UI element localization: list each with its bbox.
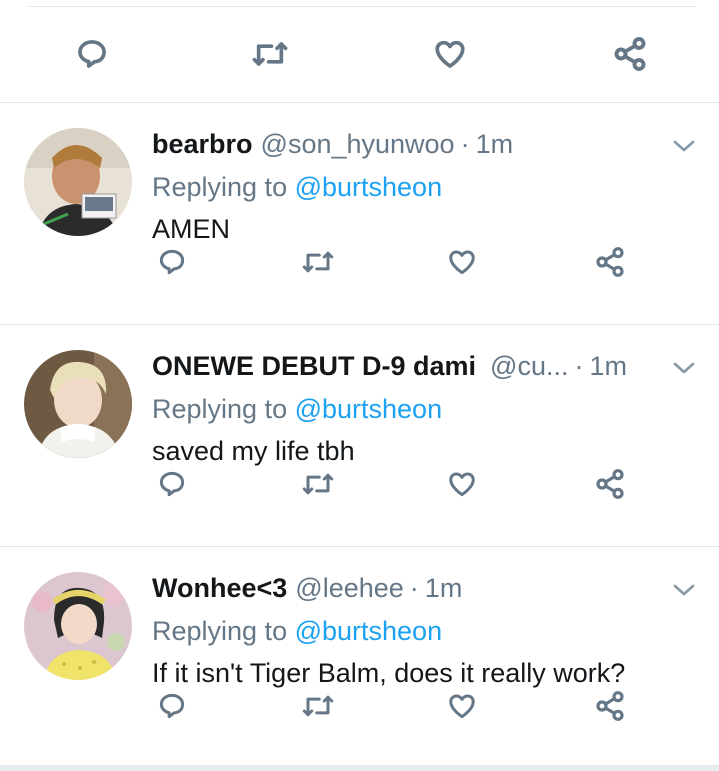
share-button[interactable] (610, 34, 650, 74)
replying-to-label: Replying to (152, 394, 295, 424)
avatar[interactable] (24, 128, 132, 236)
replying-to-line: Replying to @burtsheon (152, 167, 697, 207)
timestamp[interactable]: 1m (589, 348, 627, 384)
chevron-down-icon (673, 584, 695, 596)
reply-button[interactable] (152, 686, 192, 726)
replying-to-label: Replying to (152, 616, 295, 646)
like-button[interactable] (442, 242, 482, 282)
retweet-icon (302, 695, 334, 717)
retweet-button[interactable] (298, 686, 338, 726)
reply-icon (159, 693, 185, 719)
retweet-icon (302, 473, 334, 495)
tweet-reply[interactable]: Wonhee<3 @leehee · 1m Replying to @burts… (0, 548, 719, 768)
retweet-button[interactable] (298, 464, 338, 504)
replying-to-link[interactable]: @burtsheon (295, 616, 443, 646)
like-button[interactable] (442, 686, 482, 726)
tweet-body: bearbro @son_hyunwoo · 1m Replying to @b… (152, 126, 697, 249)
reply-icon (159, 249, 185, 275)
user-handle[interactable]: @leehee (295, 570, 404, 606)
tweet-menu-button[interactable] (669, 134, 699, 158)
tweet-reply[interactable]: bearbro @son_hyunwoo · 1m Replying to @b… (0, 104, 719, 324)
share-icon (614, 37, 646, 71)
share-icon (596, 691, 624, 721)
tweet-header: Wonhee<3 @leehee · 1m (152, 570, 697, 606)
chevron-down-icon (673, 362, 695, 374)
share-button[interactable] (590, 242, 630, 282)
chevron-down-icon (673, 140, 695, 152)
like-button[interactable] (442, 464, 482, 504)
heart-icon (449, 472, 475, 497)
replying-to-line: Replying to @burtsheon (152, 389, 697, 429)
reply-icon (78, 40, 106, 68)
avatar[interactable] (24, 572, 132, 680)
heart-icon (449, 250, 475, 275)
tweet-body: ONEWE DEBUT D-9 dami @cu... · 1m Replyin… (152, 348, 697, 471)
tweet-body: Wonhee<3 @leehee · 1m Replying to @burts… (152, 570, 697, 693)
tweet-actions (152, 686, 652, 726)
user-handle[interactable]: @cu... (490, 348, 568, 384)
retweet-icon (252, 42, 288, 66)
timestamp[interactable]: 1m (476, 126, 514, 162)
avatar[interactable] (24, 350, 132, 458)
reply-button[interactable] (72, 34, 112, 74)
share-button[interactable] (590, 686, 630, 726)
tweet-actions (152, 464, 652, 504)
tweet-reply[interactable]: ONEWE DEBUT D-9 dami @cu... · 1m Replyin… (0, 326, 719, 546)
replying-to-line: Replying to @burtsheon (152, 611, 697, 651)
bottom-edge (0, 765, 719, 771)
separator-dot: · (409, 573, 419, 603)
display-name[interactable]: ONEWE DEBUT D-9 dami (152, 348, 476, 384)
display-name[interactable]: Wonhee<3 (152, 570, 287, 606)
reply-button[interactable] (152, 242, 192, 282)
tweet-header: ONEWE DEBUT D-9 dami @cu... · 1m (152, 348, 697, 384)
reply-button[interactable] (152, 464, 192, 504)
like-button[interactable] (430, 34, 470, 74)
user-handle[interactable]: @son_hyunwoo (261, 126, 455, 162)
divider (0, 102, 719, 103)
replying-to-link[interactable]: @burtsheon (295, 394, 443, 424)
retweet-icon (302, 251, 334, 273)
heart-icon (435, 40, 465, 68)
separator-dot: · (574, 351, 584, 381)
divider (0, 546, 719, 547)
tweet-menu-button[interactable] (669, 356, 699, 380)
replying-to-link[interactable]: @burtsheon (295, 172, 443, 202)
retweet-button[interactable] (250, 34, 290, 74)
heart-icon (449, 694, 475, 719)
tweet-actions (152, 242, 652, 282)
top-divider (28, 6, 695, 7)
share-icon (596, 247, 624, 277)
tweet-header: bearbro @son_hyunwoo · 1m (152, 126, 697, 162)
reply-icon (159, 471, 185, 497)
separator-dot: · (460, 129, 470, 159)
replying-to-label: Replying to (152, 172, 295, 202)
retweet-button[interactable] (298, 242, 338, 282)
tweet-menu-button[interactable] (669, 578, 699, 602)
display-name[interactable]: bearbro (152, 126, 253, 162)
divider (0, 324, 719, 325)
timestamp[interactable]: 1m (425, 570, 463, 606)
parent-tweet-actions (0, 34, 719, 74)
share-icon (596, 469, 624, 499)
share-button[interactable] (590, 464, 630, 504)
